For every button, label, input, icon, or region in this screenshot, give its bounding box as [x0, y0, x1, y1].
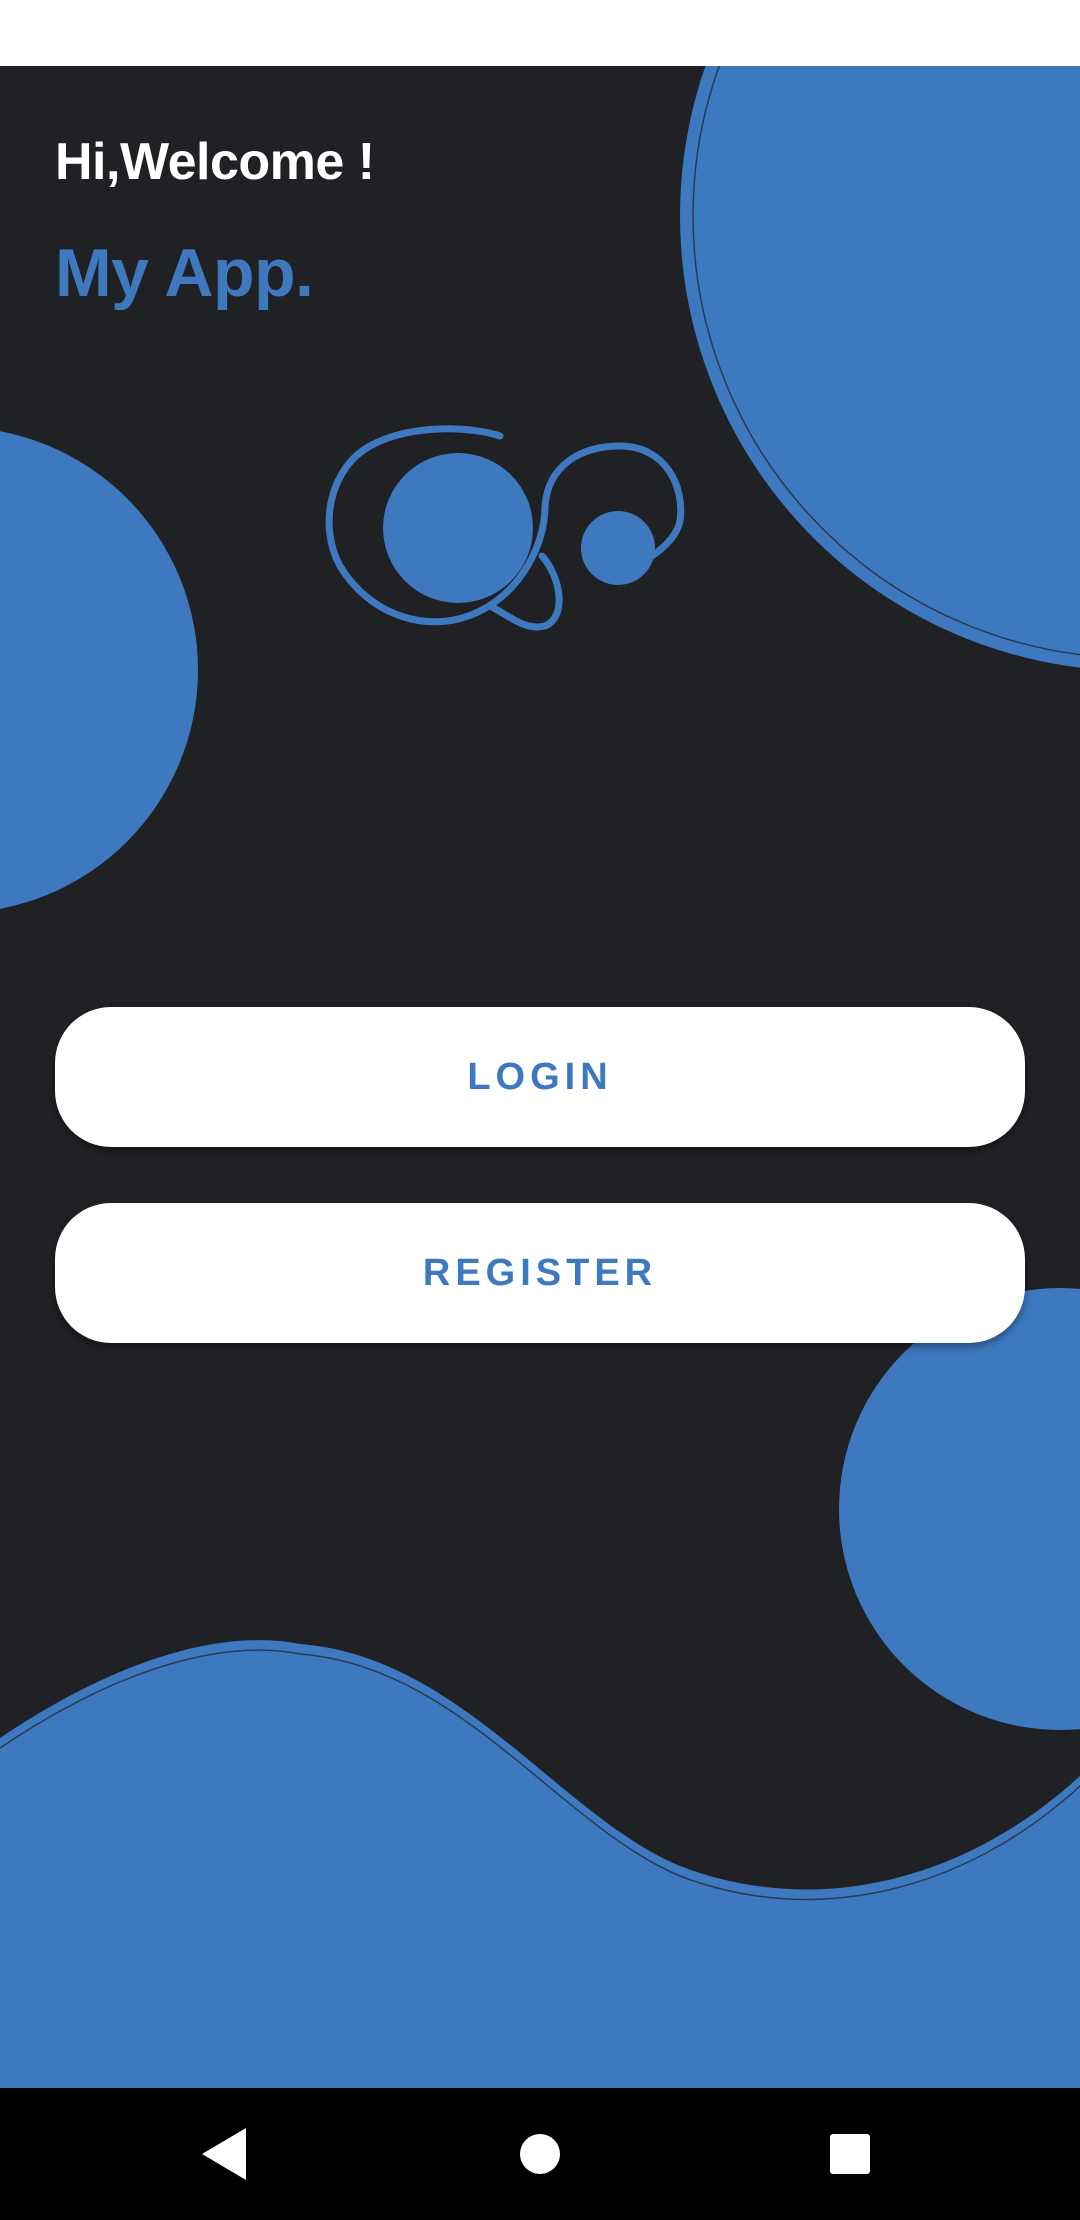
welcome-screen: Hi,Welcome ! My App. LOGIN REGISTER [0, 66, 1080, 2088]
decor-wave-bottom [0, 1640, 1080, 2088]
app-title: My App. [55, 235, 314, 311]
login-button[interactable]: LOGIN [55, 1007, 1025, 1147]
decor-circle-left [0, 431, 198, 909]
back-triangle-icon[interactable] [196, 2124, 256, 2184]
login-button-label: LOGIN [467, 1055, 613, 1098]
register-button[interactable]: REGISTER [55, 1203, 1025, 1343]
system-navigation-bar [0, 2088, 1080, 2220]
app-logo-icon [325, 425, 685, 631]
welcome-greeting: Hi,Welcome ! [55, 133, 375, 191]
register-button-label: REGISTER [422, 1251, 658, 1294]
home-circle-icon[interactable] [510, 2124, 570, 2184]
status-bar [0, 0, 1080, 66]
decor-circle-bottom-right [839, 1288, 1080, 1730]
recents-square-icon[interactable] [820, 2124, 880, 2184]
